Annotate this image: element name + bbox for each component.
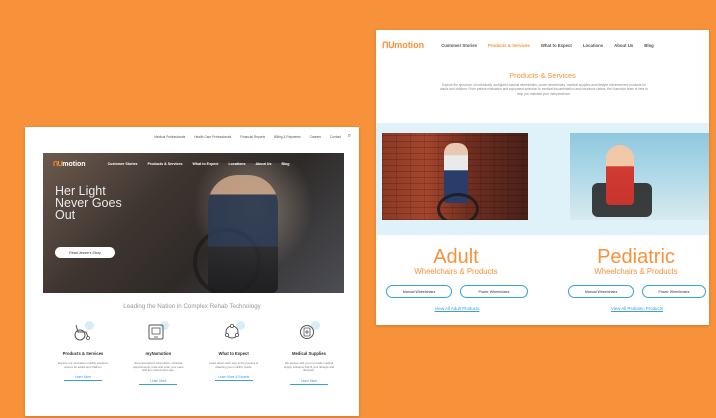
adult-manual-button[interactable]: Manual Wheelchairs — [386, 285, 452, 298]
feature-title: Medical Supplies — [291, 351, 326, 356]
intro-text: Explore the spectrum of individually con… — [439, 83, 648, 96]
feature-link[interactable]: Learn More & Experts — [218, 375, 249, 379]
main-nav: ᑎᑌ motion Customer Stories Products & Ser… — [53, 158, 344, 170]
nav-item[interactable]: About Us — [614, 43, 633, 48]
tablet-icon — [147, 321, 170, 341]
nav-item[interactable]: Locations — [583, 43, 603, 48]
pediatric-power-button[interactable]: Power Wheelchairs — [642, 285, 706, 298]
utility-link[interactable]: Health Care Professionals — [194, 135, 231, 139]
pediatric-manual-button[interactable]: Manual Wheelchairs — [568, 285, 634, 298]
utility-bar: Medical Professionals Health Care Profes… — [25, 133, 359, 145]
utility-link[interactable]: Medical Professionals — [154, 135, 185, 139]
pediatric-child — [606, 145, 634, 205]
feature-title: What to Expect — [218, 351, 249, 356]
feature-link[interactable]: Learn More — [75, 375, 91, 379]
nav-item[interactable]: Customer Stories — [108, 162, 138, 166]
category-pediatric: Pediatric Wheelchairs & Products — [566, 247, 706, 276]
feature-link-underline — [64, 380, 102, 381]
nav-item-active[interactable]: Products & Services — [488, 43, 530, 48]
feature-link[interactable]: Learn More — [150, 379, 166, 383]
category-title: Pediatric — [597, 246, 675, 268]
view-all-pediatric-link[interactable]: View All Pediatric Products — [582, 306, 692, 311]
hero-cta-button[interactable]: Read Jessie's Story — [55, 247, 115, 258]
adult-power-button[interactable]: Power Wheelchairs — [460, 285, 528, 298]
category-subtitle: Wheelchairs & Products — [594, 267, 678, 276]
adult-photo — [382, 133, 528, 220]
medical-icon — [298, 321, 320, 341]
feature-card: What to Expect Learn about each step in … — [204, 321, 264, 384]
feature-link-underline — [289, 383, 328, 385]
nav-item[interactable]: About Us — [255, 162, 271, 166]
search-icon[interactable]: ⌕ — [348, 133, 351, 140]
feature-title: Products & Services — [62, 351, 104, 356]
tagline: Leading the Nation in Complex Rehab Tech… — [123, 303, 261, 310]
hero-person — [208, 175, 278, 293]
feature-grid: Products & Services Explore our innovati… — [53, 321, 339, 385]
adult-wheelchair — [437, 193, 479, 220]
nav-item[interactable]: What to Expect — [193, 162, 219, 166]
numotion-logo[interactable]: ᑎᑌ motion — [382, 40, 424, 51]
numotion-logo[interactable]: ᑎᑌ motion — [53, 160, 86, 168]
category-adult: Adult Wheelchairs & Products — [386, 247, 526, 276]
utility-link[interactable]: Billing & Payments — [274, 135, 301, 139]
wheelchair-icon — [72, 321, 94, 341]
main-nav: ᑎᑌ motion Customer Stories Products & Ser… — [382, 38, 709, 52]
feature-title: myNumotion — [145, 351, 172, 356]
feature-link-underline — [139, 383, 178, 385]
category-title: Adult — [433, 246, 479, 268]
feature-description: We partner with you to provide medical s… — [283, 361, 335, 373]
utility-link[interactable]: Financial Reports — [240, 135, 265, 139]
process-icon — [223, 321, 245, 341]
category-subtitle: Wheelchairs & Products — [414, 267, 498, 276]
nav-item[interactable]: Blog — [644, 43, 654, 48]
pediatric-photo — [570, 133, 709, 220]
feature-description: Get prescriptions information, schedule … — [133, 361, 184, 373]
nav-item[interactable]: What to Expect — [541, 43, 572, 48]
feature-card: Products & Services Explore our innovati… — [53, 321, 113, 384]
feature-card: myNumotion Get prescriptions information… — [128, 321, 188, 385]
hero-banner: ᑎᑌ motion Customer Stories Products & Ser… — [43, 153, 344, 293]
feature-description: Learn about each step in the process of … — [209, 361, 259, 369]
nav-item[interactable]: Locations — [228, 162, 245, 166]
view-all-adult-link[interactable]: View All Adult Products — [402, 306, 512, 311]
homepage-screenshot: Medical Professionals Health Care Profes… — [25, 127, 359, 416]
feature-link-underline — [214, 380, 253, 381]
nav-item[interactable]: Customer Stories — [441, 43, 477, 48]
utility-link[interactable]: Careers — [310, 135, 321, 139]
products-page-screenshot: ᑎᑌ motion Customer Stories Products & Ser… — [376, 30, 709, 325]
nav-item[interactable]: Products & Services — [148, 162, 183, 166]
hero-headline: Her Light Never Goes Out — [55, 184, 122, 222]
utility-links: Medical Professionals Health Care Profes… — [154, 135, 341, 139]
nav-item[interactable]: Blog — [281, 162, 289, 166]
utility-link[interactable]: Contact — [330, 135, 341, 139]
feature-description: Explore our innovative mobility solution… — [58, 361, 108, 369]
page-title: Products & Services — [509, 71, 576, 80]
feature-card: Medical Supplies We partner with you to … — [279, 321, 339, 385]
feature-link[interactable]: Learn More — [301, 379, 317, 383]
